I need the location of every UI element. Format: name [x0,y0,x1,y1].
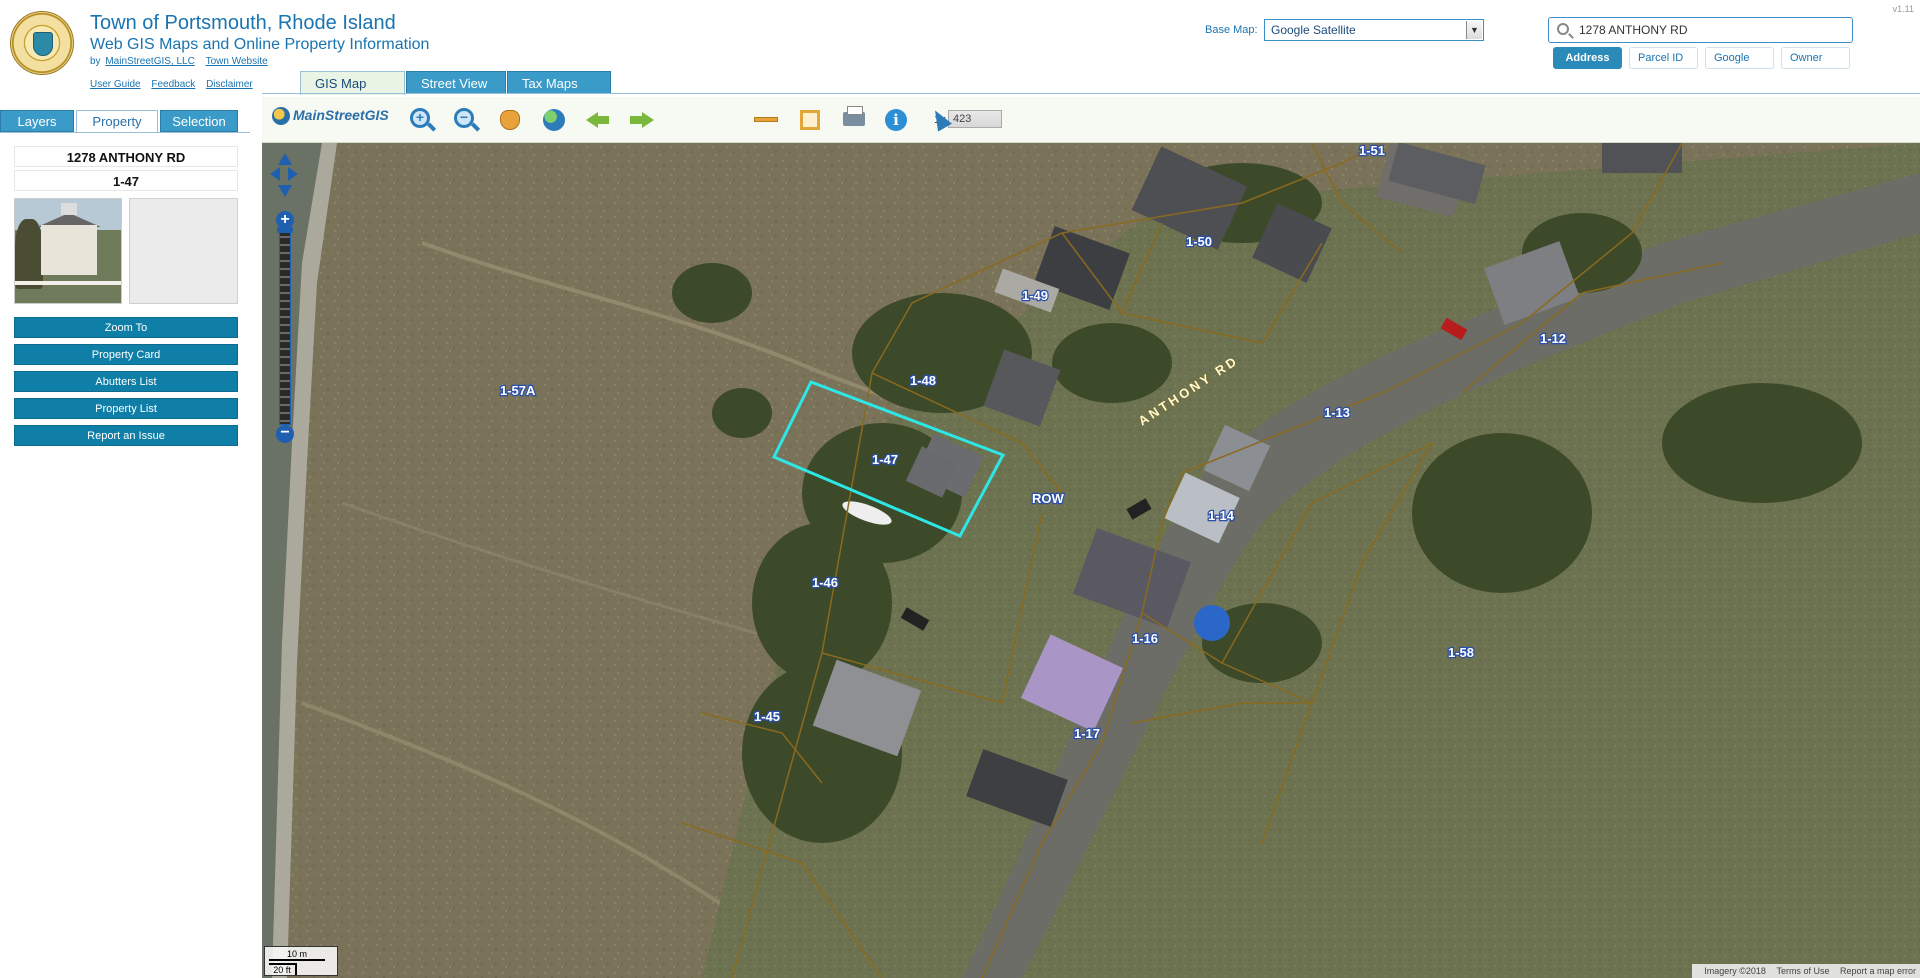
search-mode-google[interactable]: Google [1705,47,1774,69]
zoom-slider-handle[interactable] [277,227,293,233]
scale-input[interactable] [948,110,1002,128]
map-toolbar: MainStreetGIS + − 1 : i [262,97,1920,143]
zoom-in-icon[interactable]: + [408,106,437,134]
parcel-label[interactable]: 1-16 [1131,630,1160,648]
zoom-track[interactable] [279,229,291,425]
help-links: User Guide Feedback Disclaimer [90,79,261,90]
back-arrow-icon[interactable] [584,106,612,134]
parcel-label[interactable]: 1-50 [1185,233,1214,251]
parcel-label[interactable]: 1-12 [1539,330,1568,348]
town-website-link[interactable]: Town Website [206,56,268,67]
scale-bar-imperial: 20 ft [269,963,297,975]
property-photo[interactable] [14,198,122,304]
search-mode-parcel-id[interactable]: Parcel ID [1629,47,1698,69]
scale-bar: 10 m 20 ft [264,946,338,976]
search-input[interactable] [1579,21,1844,39]
search-mode-owner[interactable]: Owner [1781,47,1850,69]
panel-tab-divider [0,132,250,133]
zoom-out-button[interactable]: − [276,425,294,443]
parcel-label[interactable]: 1-49 [1021,287,1050,305]
report-map-error-link[interactable]: Report a map error [1840,966,1916,976]
pool [1194,605,1230,641]
property-list-button[interactable]: Property List [14,398,238,419]
pan-right-icon[interactable] [288,167,298,181]
map-attribution: Imagery ©2018 Terms of Use Report a map … [1692,964,1920,978]
version-label: v1.11 [1892,4,1914,14]
property-card-button[interactable]: Property Card [14,344,238,365]
parcel-label[interactable]: 1-58 [1447,644,1476,662]
left-panel: Layers Property Selection 1278 ANTHONY R… [0,108,250,978]
byline-prefix: by [90,56,101,67]
identify-info-icon[interactable]: i [882,106,910,134]
mainstreetgis-logo: MainStreetGIS [272,107,389,126]
basemap-select[interactable]: Google Satellite ▼ [1264,19,1484,41]
parcel-label[interactable]: 1-46 [811,574,840,592]
parcel-label[interactable]: 1-17 [1073,725,1102,743]
mainstreetgis-link[interactable]: MainStreetGIS, LLC [105,56,194,67]
row-label: ROW [1032,491,1065,506]
pan-left-icon[interactable] [270,167,280,181]
pan-down-icon[interactable] [278,185,292,197]
parcel-label[interactable]: 1-57A [499,382,538,400]
property-sketch-placeholder [129,198,238,304]
chevron-down-icon[interactable]: ▼ [1466,21,1482,39]
tab-layers[interactable]: Layers [0,110,74,132]
parcel-label[interactable]: 1-13 [1323,404,1352,422]
byline: by MainStreetGIS, LLC Town Website [90,56,274,67]
scale-bar-metric: 10 m [269,949,325,961]
basemap-label: Base Map: [1205,24,1258,36]
zoom-to-button[interactable]: Zoom To [14,317,238,338]
select-pointer-icon[interactable] [926,106,954,134]
pan-control [270,153,300,213]
property-parcel-id: 1-47 [14,170,238,191]
report-issue-button[interactable]: Report an Issue [14,425,238,446]
tab-gis-map[interactable]: GIS Map [300,71,405,95]
tab-property[interactable]: Property [76,110,158,132]
map-canvas[interactable]: ANTHONY RD ROW 1-51 1-50 1-49 1-48 1-47 … [262,143,1920,978]
satellite-map[interactable]: ANTHONY RD ROW 1-51 1-50 1-49 1-48 1-47 … [262,143,1920,978]
search-box [1548,17,1853,43]
feedback-link[interactable]: Feedback [151,79,195,90]
search-mode-address[interactable]: Address [1553,47,1622,69]
search-icon [1557,23,1569,35]
full-extent-globe-icon[interactable] [540,106,568,134]
user-guide-link[interactable]: User Guide [90,79,141,90]
print-icon[interactable] [840,106,868,134]
measure-line-icon[interactable] [752,106,780,134]
disclaimer-link[interactable]: Disclaimer [206,79,253,90]
zoom-out-icon[interactable]: − [452,106,481,134]
town-seal-logo [10,11,74,75]
forward-arrow-icon[interactable] [628,106,656,134]
imagery-credit: Imagery ©2018 [1704,966,1766,976]
page-title: Town of Portsmouth, Rhode Island [90,12,396,34]
pan-hand-icon[interactable] [496,106,524,134]
zoom-slider: + − [276,211,294,443]
parcel-label[interactable]: 1-48 [909,372,938,390]
tab-divider [262,93,1920,94]
tab-tax-maps[interactable]: Tax Maps [507,71,611,94]
measure-area-icon[interactable] [796,106,824,134]
parcel-label[interactable]: 1-51 [1358,143,1387,159]
abutters-list-button[interactable]: Abutters List [14,371,238,392]
basemap-selected-value: Google Satellite [1271,23,1356,37]
search-mode-buttons: Address Parcel ID Google Owner [1553,47,1850,69]
terms-of-use-link[interactable]: Terms of Use [1776,966,1829,976]
tab-selection[interactable]: Selection [160,110,238,132]
parcel-label-selected[interactable]: 1-47 [871,451,900,469]
parcel-label[interactable]: 1-14 [1207,507,1236,525]
page-subtitle: Web GIS Maps and Online Property Informa… [90,36,430,53]
property-address: 1278 ANTHONY RD [14,146,238,167]
parcel-label[interactable]: 1-45 [753,708,782,726]
gis-app: Town of Portsmouth, Rhode Island Web GIS… [0,0,1920,978]
header: Town of Portsmouth, Rhode Island Web GIS… [0,0,1920,95]
pan-up-icon[interactable] [278,153,292,165]
tab-street-view[interactable]: Street View [406,71,506,94]
